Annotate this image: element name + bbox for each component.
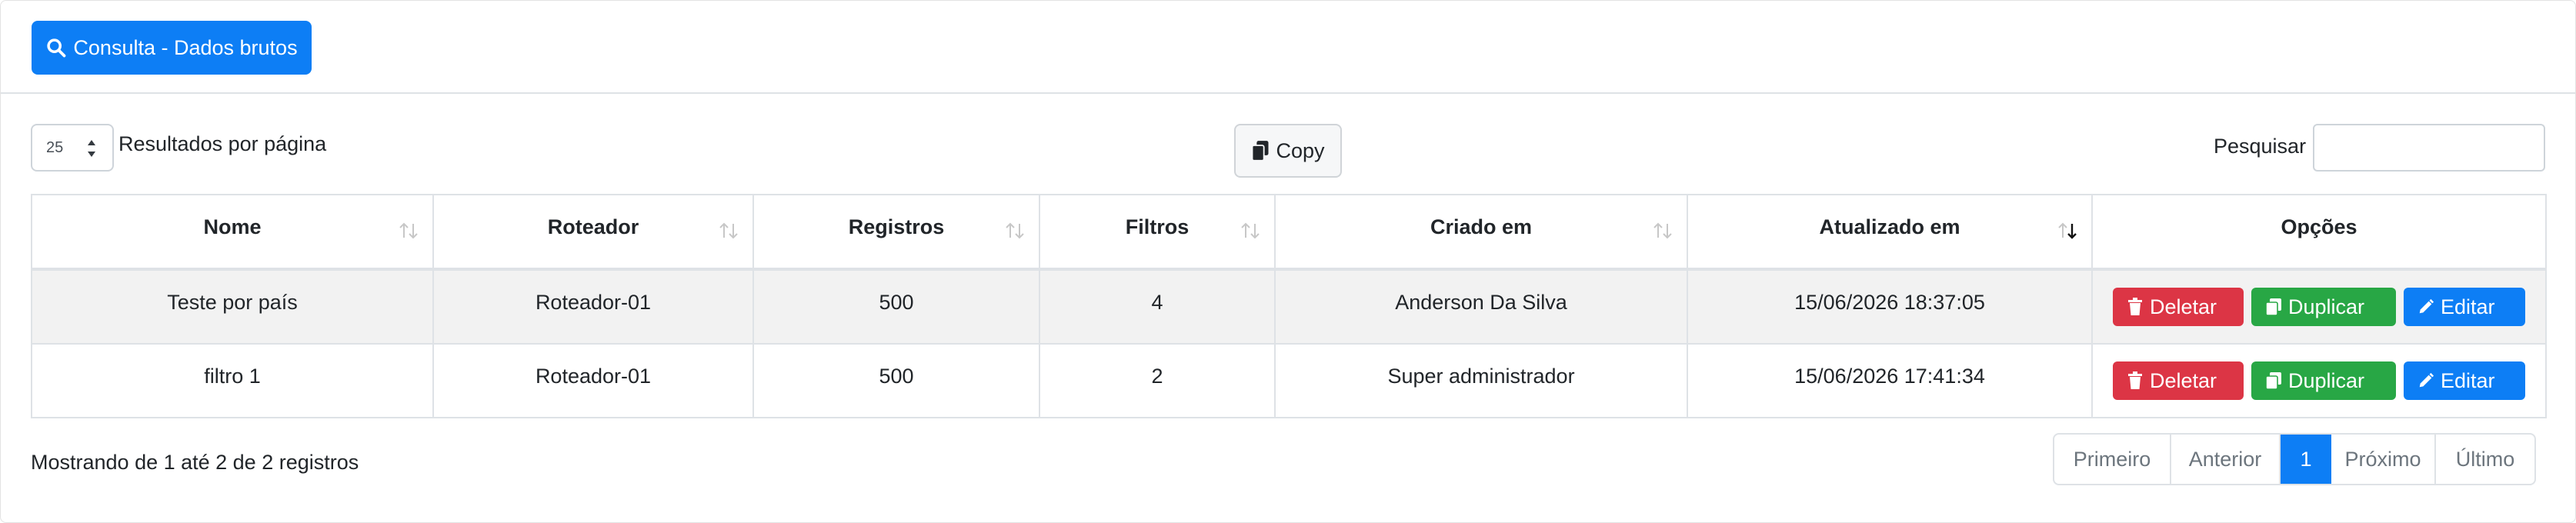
cell-criado-em: Anderson Da Silva xyxy=(1274,268,1688,345)
duplicate-icon xyxy=(2265,298,2281,316)
pagination-first[interactable]: Primeiro xyxy=(2054,435,2171,484)
search-label: Pesquisar xyxy=(2214,135,2307,158)
copy-button[interactable]: Copy xyxy=(1234,124,1342,178)
column-header-atualizado-em[interactable]: Atualizado em xyxy=(1687,194,2093,271)
query-raw-data-label: Consulta - Dados brutos xyxy=(73,35,298,59)
cell-atualizado-em: 15/06/2026 18:37:05 xyxy=(1687,268,2093,345)
cell-roteador: Roteador-01 xyxy=(432,268,754,345)
pagination: Primeiro Anterior 1 Próximo Último xyxy=(2053,433,2536,485)
delete-button[interactable]: Deletar xyxy=(2113,361,2244,400)
cell-filtros: 4 xyxy=(1039,268,1276,345)
table-row: Teste por país Roteador-01 500 4 Anderso… xyxy=(31,268,2547,345)
pencil-icon xyxy=(2419,372,2434,388)
column-header-criado-em[interactable]: Criado em xyxy=(1274,194,1688,271)
cell-roteador: Roteador-01 xyxy=(432,343,754,418)
records-table: Nome Roteador Registros Filtros Criado e… xyxy=(31,194,2547,418)
query-raw-data-button[interactable]: Consulta - Dados brutos xyxy=(32,21,312,75)
column-header-filtros[interactable]: Filtros xyxy=(1039,194,1276,271)
column-header-opcoes: Opções xyxy=(2091,194,2547,271)
cell-opcoes: Deletar Duplicar Editar xyxy=(2091,268,2547,345)
column-header-registros[interactable]: Registros xyxy=(752,194,1040,271)
duplicate-label: Duplicar xyxy=(2288,368,2365,392)
duplicate-icon xyxy=(2265,372,2281,390)
column-header-nome[interactable]: Nome xyxy=(31,194,434,271)
duplicate-button[interactable]: Duplicar xyxy=(2251,288,2396,326)
edit-label: Editar xyxy=(2441,368,2495,392)
delete-label: Deletar xyxy=(2150,368,2217,392)
cell-criado-em: Super administrador xyxy=(1274,343,1688,418)
trash-icon xyxy=(2128,371,2142,389)
sort-icon xyxy=(1653,222,1672,239)
pagination-last[interactable]: Último xyxy=(2436,435,2534,484)
duplicate-label: Duplicar xyxy=(2288,295,2365,318)
table-row: filtro 1 Roteador-01 500 2 Super adminis… xyxy=(31,343,2547,418)
search-input[interactable] xyxy=(2313,124,2545,172)
cell-registros: 500 xyxy=(752,268,1040,345)
page-length-label: Resultados por página xyxy=(118,132,327,155)
pencil-icon xyxy=(2419,298,2434,314)
sort-desc-icon xyxy=(2058,222,2077,239)
copy-icon xyxy=(1252,141,1269,162)
cell-atualizado-em: 15/06/2026 17:41:34 xyxy=(1687,343,2093,418)
page-length-select[interactable]: 25 xyxy=(31,124,114,172)
search-icon xyxy=(47,38,66,58)
cell-registros: 500 xyxy=(752,343,1040,418)
cell-nome: filtro 1 xyxy=(31,343,434,418)
edit-button[interactable]: Editar xyxy=(2404,361,2525,400)
pagination-previous[interactable]: Anterior xyxy=(2171,435,2281,484)
pagination-next[interactable]: Próximo xyxy=(2331,435,2436,484)
column-header-roteador[interactable]: Roteador xyxy=(432,194,754,271)
select-arrows-icon xyxy=(88,140,95,157)
edit-label: Editar xyxy=(2441,295,2495,318)
cell-filtros: 2 xyxy=(1039,343,1276,418)
sort-icon xyxy=(399,222,418,239)
cell-opcoes: Deletar Duplicar Editar xyxy=(2091,343,2547,418)
copy-label: Copy xyxy=(1276,138,1325,162)
row-actions: Deletar Duplicar Editar xyxy=(2093,361,2545,400)
table-info: Mostrando de 1 até 2 de 2 registros xyxy=(31,451,359,474)
page-length-value: 25 xyxy=(46,138,64,156)
sort-icon xyxy=(719,222,738,239)
row-actions: Deletar Duplicar Editar xyxy=(2093,288,2545,326)
table-header-row: Nome Roteador Registros Filtros Criado e… xyxy=(31,194,2547,271)
sort-icon xyxy=(1006,222,1024,239)
delete-button[interactable]: Deletar xyxy=(2113,288,2244,326)
duplicate-button[interactable]: Duplicar xyxy=(2251,361,2396,400)
edit-button[interactable]: Editar xyxy=(2404,288,2525,326)
delete-label: Deletar xyxy=(2150,295,2217,318)
sort-icon xyxy=(1241,222,1260,239)
cell-nome: Teste por país xyxy=(31,268,434,345)
top-toolbar: Consulta - Dados brutos xyxy=(1,1,2575,94)
trash-icon xyxy=(2128,298,2142,315)
pagination-page-1[interactable]: 1 xyxy=(2281,435,2331,484)
